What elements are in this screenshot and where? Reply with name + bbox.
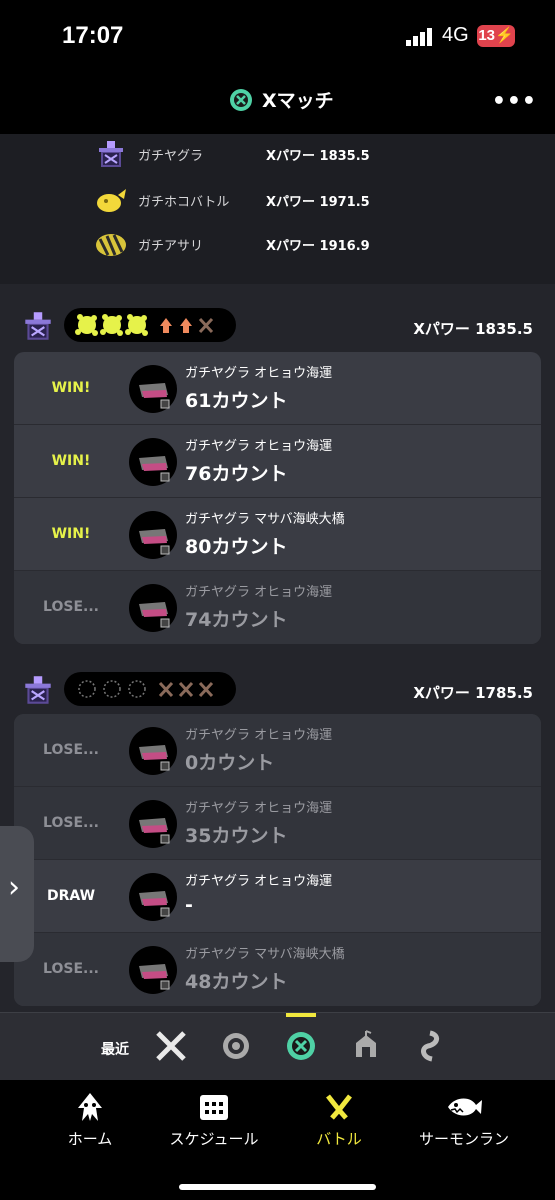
match-row[interactable]: LOSE... ガチヤグラ オヒョウ海運 74カウント — [14, 571, 541, 644]
count-value: 80カウント — [185, 536, 288, 558]
nav-schedule[interactable]: スケジュール — [166, 1092, 262, 1149]
match-list: LOSE... ガチヤグラ オヒョウ海運 0カウント LOSE... ガチヤグラ… — [14, 714, 541, 1006]
squid-icon — [78, 1093, 102, 1121]
status-bar: 17:07 4G 13⚡ — [0, 0, 555, 76]
home-indicator — [179, 1184, 376, 1190]
active-tab-indicator — [286, 1013, 316, 1017]
count-value: 35カウント — [185, 825, 288, 847]
app-header: Xマッチ ••• — [0, 76, 555, 134]
x-match-icon — [230, 88, 252, 111]
stage-name: ガチヤグラ オヒョウ海運 — [185, 801, 333, 816]
side-drawer-handle[interactable]: › — [0, 826, 34, 962]
result-label: WIN! — [51, 526, 91, 542]
count-value: 48カウント — [185, 971, 288, 993]
match-list: WIN! ガチヤグラ オヒョウ海運 61カウント WIN! ガチヤグラ オヒョウ… — [14, 352, 541, 644]
set-power: Xパワー 1785.5 — [413, 684, 533, 702]
count-value: 76カウント — [185, 463, 288, 485]
nav-salmon-run[interactable]: サーモンラン — [416, 1092, 512, 1149]
stage-name: ガチヤグラ マサバ海峡大橋 — [185, 947, 345, 962]
win-loss-tracker — [64, 308, 236, 342]
weapon-icon — [129, 584, 177, 632]
chevron-right-icon: › — [8, 870, 20, 905]
match-row[interactable]: DRAW ガチヤグラ オヒョウ海運 - — [14, 860, 541, 933]
set-header: Xパワー 1785.5 — [0, 664, 555, 716]
count-value: 0カウント — [185, 752, 275, 774]
main-content[interactable]: ガチヤグラ Xパワー 1835.5 ガチホコバトル Xパワー 1971.5 ガチ… — [0, 134, 555, 1012]
stage-name: ガチヤグラ オヒョウ海運 — [185, 874, 333, 889]
clam-icon — [96, 234, 126, 256]
tab-recent[interactable]: 最近 — [101, 1039, 129, 1059]
win-splat-icon — [75, 314, 148, 336]
page-title: Xマッチ — [262, 90, 334, 112]
count-value: 61カウント — [185, 390, 288, 412]
result-label: LOSE... — [43, 599, 99, 615]
stage-name: ガチヤグラ マサバ海峡大橋 — [185, 512, 345, 527]
result-label: WIN! — [51, 453, 91, 469]
nav-home[interactable]: ホーム — [66, 1092, 114, 1149]
weapon-icon — [129, 946, 177, 994]
mode-tab-bar: 最近 — [0, 1012, 555, 1080]
anarchy-battle-icon[interactable] — [219, 1029, 253, 1063]
lose-marker-icon — [160, 318, 192, 333]
mode-row-clam: ガチアサリ Xパワー 1916.9 — [94, 224, 370, 264]
match-row[interactable]: LOSE... ガチヤグラ オヒョウ海運 35カウント — [14, 787, 541, 860]
count-value: - — [185, 894, 193, 916]
result-label: WIN! — [51, 380, 91, 396]
result-label: LOSE... — [43, 742, 99, 758]
stage-name: ガチヤグラ オヒョウ海運 — [185, 585, 333, 600]
regular-battle-icon[interactable] — [154, 1029, 188, 1063]
rainmaker-icon — [97, 189, 126, 212]
weapon-icon — [129, 365, 177, 413]
weapon-icon — [129, 873, 177, 921]
ellipsis-icon[interactable]: ••• — [492, 89, 537, 114]
challenge-icon[interactable] — [349, 1029, 383, 1063]
signal-icon — [406, 28, 432, 46]
match-row[interactable]: WIN! ガチヤグラ オヒョウ海運 61カウント — [14, 352, 541, 425]
tower-icon — [25, 676, 51, 704]
weapon-icon — [129, 511, 177, 559]
stage-name: ガチヤグラ オヒョウ海運 — [185, 439, 333, 454]
nav-battle[interactable]: バトル — [314, 1092, 364, 1149]
tower-icon — [99, 141, 123, 167]
weapon-icon — [129, 800, 177, 848]
network-type: 4G — [442, 24, 469, 46]
stage-name: ガチヤグラ オヒョウ海運 — [185, 366, 333, 381]
tower-icon — [25, 312, 51, 340]
weapon-icon — [129, 438, 177, 486]
match-row[interactable]: WIN! ガチヤグラ オヒョウ海運 76カウント — [14, 425, 541, 498]
set-power: Xパワー 1835.5 — [413, 320, 533, 338]
calendar-icon — [200, 1095, 228, 1120]
match-row[interactable]: LOSE... ガチヤグラ オヒョウ海運 0カウント — [14, 714, 541, 787]
private-battle-icon[interactable] — [414, 1029, 448, 1063]
battery-indicator: 13⚡ — [477, 25, 515, 47]
bottom-nav: ホーム スケジュール バトル サーモンラン — [0, 1080, 555, 1200]
match-row[interactable]: LOSE... ガチヤグラ マサバ海峡大橋 48カウント — [14, 933, 541, 1006]
battle-icon — [326, 1094, 352, 1120]
mode-power-list: ガチヤグラ Xパワー 1835.5 ガチホコバトル Xパワー 1971.5 ガチ… — [0, 134, 555, 284]
set-header: Xパワー 1835.5 — [0, 300, 555, 352]
mode-row-rainmaker: ガチホコバトル Xパワー 1971.5 — [94, 180, 370, 220]
win-loss-tracker — [64, 672, 236, 706]
weapon-icon — [129, 727, 177, 775]
match-row[interactable]: WIN! ガチヤグラ マサバ海峡大橋 80カウント — [14, 498, 541, 571]
x-battle-icon[interactable] — [284, 1029, 318, 1063]
salmon-icon — [448, 1098, 482, 1116]
count-value: 74カウント — [185, 609, 288, 631]
mode-row-tower: ガチヤグラ Xパワー 1835.5 — [94, 134, 370, 174]
clock: 17:07 — [62, 22, 124, 49]
stage-name: ガチヤグラ オヒョウ海運 — [185, 728, 333, 743]
